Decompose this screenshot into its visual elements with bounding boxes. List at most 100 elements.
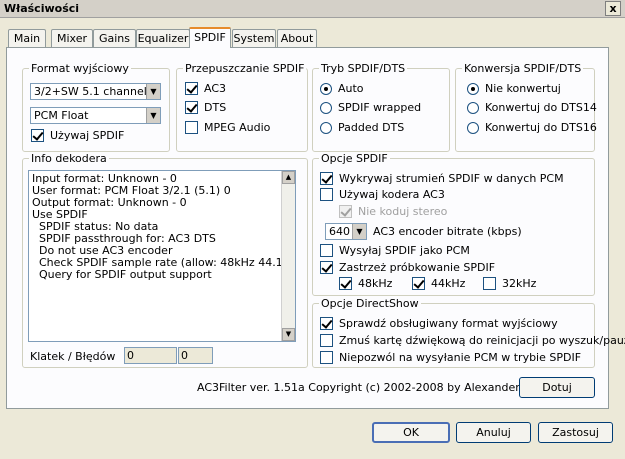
close-button[interactable]: x (605, 1, 621, 16)
checkbox-box[interactable] (320, 244, 333, 257)
checkbox-box[interactable] (412, 277, 425, 290)
ok-button[interactable]: OK (372, 422, 450, 443)
radio-dot[interactable] (320, 121, 332, 134)
checkbox-box[interactable] (185, 82, 198, 95)
radio-dot[interactable] (467, 82, 479, 95)
frames-label: Klatek / Błędów (30, 350, 116, 363)
chevron-down-icon[interactable]: ▼ (146, 108, 160, 123)
use-ac3-encoder-label: Używaj kodera AC3 (339, 188, 445, 201)
scroll-up-icon[interactable]: ▲ (282, 171, 295, 184)
use-spdif-checkbox[interactable]: Używaj SPDIF (31, 129, 124, 142)
tab-about[interactable]: About (277, 29, 317, 47)
dts-mode-wrapped-label: SPDIF wrapped (338, 101, 422, 114)
radio-dot[interactable] (467, 121, 479, 134)
detect-spdif-in-pcm-checkbox[interactable]: Wykrywaj strumień SPDIF w danych PCM (320, 172, 564, 185)
errors-field: 0 (178, 347, 213, 364)
tab-main[interactable]: Main (8, 29, 46, 47)
send-spdif-as-pcm-checkbox[interactable]: Wysyłaj SPDIF jako PCM (320, 244, 470, 257)
radio-dot[interactable] (320, 101, 332, 114)
tab-equalizer[interactable]: Equalizer (136, 29, 190, 47)
copyright-text: AC3Filter ver. 1.51a Copyright (c) 2002-… (197, 381, 573, 394)
no-stereo-checkbox[interactable]: Nie koduj stereo (339, 205, 447, 218)
dts-mode-auto-radio[interactable]: Auto (320, 82, 364, 95)
force-card-reinit-checkbox[interactable]: Zmuś kartę dźwiękową do reinicjacji po w… (320, 334, 625, 347)
checkbox-box[interactable] (320, 261, 333, 274)
rate-32-checkbox[interactable]: 32kHz (483, 277, 536, 290)
apply-button[interactable]: Zastosuj (538, 422, 613, 443)
decoder-line: Query for SPDIF output support (32, 268, 212, 281)
bitrate-value: 640 (329, 225, 350, 238)
radio-dot[interactable] (467, 101, 479, 114)
use-ac3-encoder-checkbox[interactable]: Używaj kodera AC3 (320, 188, 445, 201)
conv-dts16-label: Konwertuj do DTS16 (485, 121, 597, 134)
tab-system[interactable]: System (232, 29, 276, 47)
passthrough-dts-checkbox[interactable]: DTS (185, 101, 226, 114)
passthrough-mpeg-label: MPEG Audio (204, 121, 271, 134)
passthrough-ac3-checkbox[interactable]: AC3 (185, 82, 226, 95)
donate-button[interactable]: Dotuj (519, 377, 595, 398)
checkbox-box[interactable] (320, 351, 333, 364)
rate-44-checkbox[interactable]: 44kHz (412, 277, 465, 290)
cancel-button[interactable]: Anuluj (456, 422, 531, 443)
checkbox-box[interactable] (185, 121, 198, 134)
checkbox-box[interactable] (483, 277, 496, 290)
conv-dts16-radio[interactable]: Konwertuj do DTS16 (467, 121, 597, 134)
conv-none-radio[interactable]: Nie konwertuj (467, 82, 561, 95)
check-output-format-checkbox[interactable]: Sprawdź obsługiwany format wyjściowy (320, 317, 558, 330)
no-stereo-label: Nie koduj stereo (358, 205, 448, 218)
rate-32-label: 32kHz (502, 277, 537, 290)
rate-48-label: 48kHz (358, 277, 393, 290)
conv-dts14-radio[interactable]: Konwertuj do DTS14 (467, 101, 597, 114)
rate-44-label: 44kHz (431, 277, 466, 290)
tab-spdif[interactable]: SPDIF (189, 27, 231, 48)
passthrough-legend: Przepuszczanie SPDIF (185, 62, 305, 75)
spdif-panel: Format wyjściowy 3/2+SW 5.1 channels ▼ P… (6, 47, 625, 409)
checkbox-box[interactable] (320, 188, 333, 201)
rate-48-checkbox[interactable]: 48kHz (339, 277, 392, 290)
scroll-down-icon[interactable]: ▼ (282, 328, 295, 341)
checkbox-box[interactable] (31, 129, 44, 142)
passthrough-mpeg-checkbox[interactable]: MPEG Audio (185, 121, 270, 134)
passthrough-ac3-label: AC3 (204, 82, 227, 95)
restrict-sample-rate-checkbox[interactable]: Zastrzeż próbkowanie SPDIF (320, 261, 495, 274)
dts-mode-padded-radio[interactable]: Padded DTS (320, 121, 404, 134)
bitrate-label: AC3 encoder bitrate (kbps) (373, 225, 522, 238)
bitrate-select[interactable]: 640 ▼ (325, 223, 367, 240)
dts-mode-legend: Tryb SPDIF/DTS (321, 62, 406, 75)
window-title: Właściwości (4, 2, 80, 15)
decoder-scrollbar[interactable]: ▲ ▼ (281, 171, 295, 341)
dts-conversion-legend: Konwersja SPDIF/DTS (464, 62, 582, 75)
dts-mode-padded-label: Padded DTS (338, 121, 405, 134)
checkbox-box[interactable] (339, 205, 352, 218)
sample-format-select[interactable]: PCM Float ▼ (30, 107, 161, 124)
channels-value: 3/2+SW 5.1 channels (34, 85, 153, 98)
chevron-down-icon[interactable]: ▼ (352, 224, 366, 239)
directshow-options-legend: Opcje DirectShow (321, 297, 419, 310)
detect-spdif-label: Wykrywaj strumień SPDIF w danych PCM (339, 172, 564, 185)
restrict-sample-rate-label: Zastrzeż próbkowanie SPDIF (339, 261, 496, 274)
chevron-down-icon[interactable]: ▼ (146, 84, 160, 99)
checkbox-box[interactable] (339, 277, 352, 290)
force-card-reinit-label: Zmuś kartę dźwiękową do reinicjacji po w… (339, 334, 625, 347)
checkbox-box[interactable] (185, 101, 198, 114)
send-spdif-as-pcm-label: Wysyłaj SPDIF jako PCM (339, 244, 470, 257)
conv-none-label: Nie konwertuj (485, 82, 561, 95)
output-format-legend: Format wyjściowy (31, 62, 129, 75)
conv-dts14-label: Konwertuj do DTS14 (485, 101, 597, 114)
dts-mode-wrapped-radio[interactable]: SPDIF wrapped (320, 101, 421, 114)
radio-dot[interactable] (320, 82, 332, 95)
checkbox-box[interactable] (320, 334, 333, 347)
checkbox-box[interactable] (320, 317, 333, 330)
check-output-format-label: Sprawdź obsługiwany format wyjściowy (339, 317, 558, 330)
title-bar: Właściwości x (0, 0, 625, 18)
tab-mixer[interactable]: Mixer (51, 29, 93, 47)
channels-select[interactable]: 3/2+SW 5.1 channels ▼ (30, 83, 161, 100)
tab-gains[interactable]: Gains (93, 29, 136, 47)
use-spdif-label: Używaj SPDIF (50, 129, 125, 142)
decoder-info-text[interactable]: Input format: Unknown - 0 User format: P… (28, 170, 296, 342)
disallow-pcm-checkbox[interactable]: Niepozwól na wysyłanie PCM w trybie SPDI… (320, 351, 581, 364)
decoder-info-legend: Info dekodera (31, 152, 107, 165)
passthrough-dts-label: DTS (204, 101, 227, 114)
checkbox-box[interactable] (320, 172, 333, 185)
spdif-options-legend: Opcje SPDIF (321, 152, 388, 165)
